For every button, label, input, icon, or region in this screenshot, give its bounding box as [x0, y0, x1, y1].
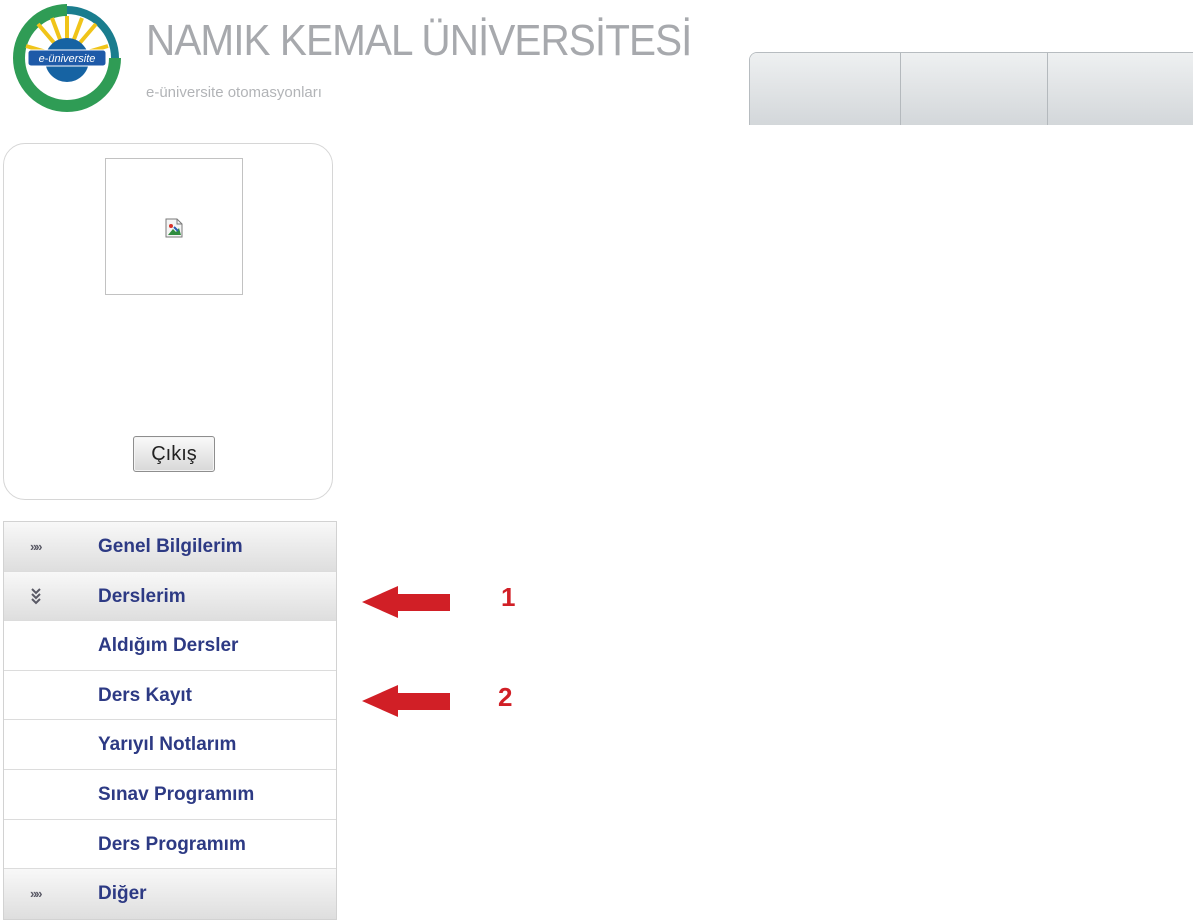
menu-item-yariyil-notlarim[interactable]: Yarıyıl Notlarım	[4, 720, 336, 770]
collapse-chevrons-icon	[31, 587, 41, 605]
top-nav-tab-2[interactable]	[901, 53, 1048, 125]
logout-button[interactable]: Çıkış	[133, 436, 215, 472]
menu-item-aldigim-dersler[interactable]: Aldığım Dersler	[4, 621, 336, 671]
expand-arrows-icon: »»	[30, 539, 43, 554]
menu-item-label: Sınav Programım	[98, 783, 255, 805]
menu-item-label: Aldığım Dersler	[98, 635, 239, 657]
annotation-arrow-1-icon	[362, 586, 450, 618]
top-nav-tabs	[749, 52, 1193, 125]
menu-item-genel-bilgilerim[interactable]: »» Genel Bilgilerim	[4, 522, 336, 572]
annotation-label-1: 1	[501, 582, 516, 612]
expand-arrows-icon: »»	[30, 886, 43, 902]
top-nav-tab-1[interactable]	[750, 53, 901, 125]
university-logo: e-üniversite	[8, 2, 126, 114]
menu-item-sinav-programim[interactable]: Sınav Programım	[4, 769, 336, 820]
menu-item-label: Ders Programım	[98, 833, 246, 855]
logo-text: e-üniversite	[39, 53, 96, 65]
menu-item-label: Diğer	[98, 883, 147, 905]
menu-item-label: Derslerim	[98, 585, 186, 607]
university-subtitle: e-üniversite otomasyonları	[146, 84, 322, 101]
annotation-arrow-2-icon	[362, 685, 450, 717]
menu-item-ders-programim[interactable]: Ders Programım	[4, 819, 336, 870]
broken-image-icon	[165, 218, 183, 238]
university-name: NAMIK KEMAL ÜNİVERSİTESİ	[146, 16, 692, 65]
menu-item-ders-kayit[interactable]: Ders Kayıt	[4, 670, 336, 721]
top-nav-tab-3[interactable]	[1048, 53, 1193, 125]
menu-item-label: Yarıyıl Notlarım	[98, 734, 237, 756]
annotation-label-2: 2	[498, 682, 513, 712]
menu-item-derslerim[interactable]: Derslerim	[4, 571, 336, 622]
side-menu: »» Genel Bilgilerim Derslerim Aldığım De…	[3, 521, 337, 920]
menu-item-label: Genel Bilgilerim	[98, 536, 243, 557]
profile-panel: Çıkış	[3, 143, 333, 500]
menu-item-diger[interactable]: »» Diğer	[4, 869, 336, 919]
menu-item-label: Ders Kayıt	[98, 684, 192, 706]
profile-photo	[105, 158, 243, 295]
